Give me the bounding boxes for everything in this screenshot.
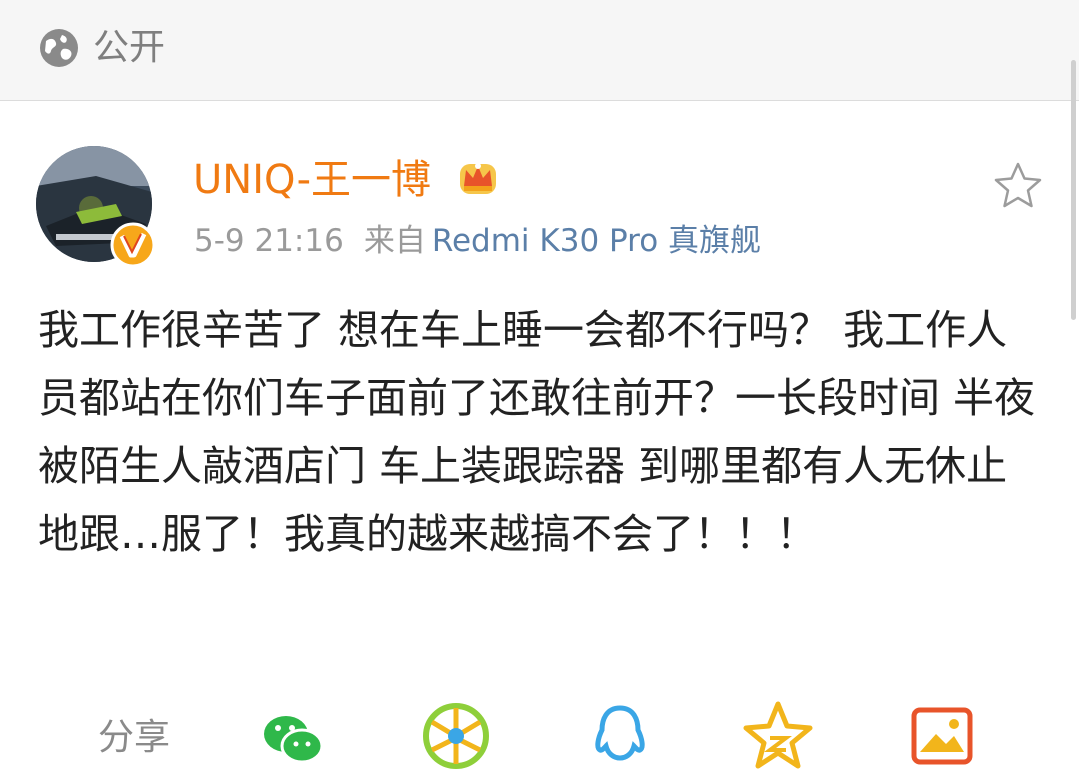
visibility-label: 公开: [93, 27, 166, 68]
share-label: 分享: [98, 717, 171, 758]
wechat-icon[interactable]: [256, 700, 328, 772]
scrollbar[interactable]: [1071, 60, 1076, 320]
source-prefix: 来自: [363, 223, 426, 259]
post-content: 我工作很辛苦了 想在车上睡一会都不行吗？ 我工作人员都站在你们车子面前了还敢往前…: [38, 306, 1036, 558]
crown-icon: [460, 163, 496, 194]
verified-v-icon: [110, 222, 156, 268]
post-meta: 5-9 21:16 来自 Redmi K30 Pro 真旗舰: [194, 218, 761, 264]
qzone-icon[interactable]: [742, 700, 814, 772]
source-device[interactable]: Redmi K30 Pro 真旗舰: [432, 223, 761, 259]
globe-icon: [40, 29, 78, 67]
moments-icon[interactable]: [420, 700, 492, 772]
visibility-bar[interactable]: 公开: [0, 0, 1079, 101]
post-time: 5-9 21:16: [194, 223, 344, 259]
username[interactable]: UNIQ-王一博: [193, 152, 431, 208]
star-outline-icon[interactable]: [992, 160, 1044, 212]
image-icon[interactable]: [906, 700, 978, 772]
qq-icon[interactable]: [584, 700, 656, 772]
